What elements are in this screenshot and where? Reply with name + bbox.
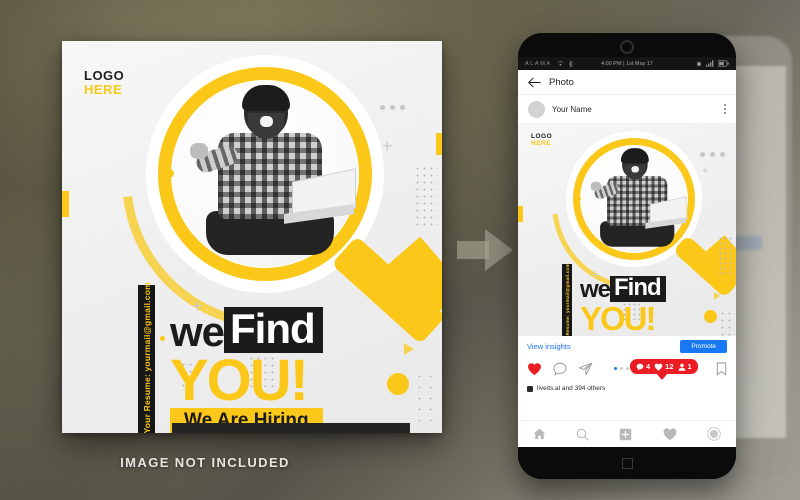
- recents-button-icon[interactable]: [621, 457, 633, 469]
- poster-canvas: LOGO HERE + + Submit Your Resume: yourma…: [62, 41, 442, 433]
- phone-top-bezel: [518, 33, 736, 57]
- mini-headline-you: YOU!: [580, 300, 657, 336]
- badge-follower-count: 1: [687, 362, 692, 371]
- post-image[interactable]: LOGO HERE + + Submit Your Resume: yourma…: [518, 124, 736, 336]
- page-title: Photo: [549, 76, 574, 88]
- headline-you: YOU!: [170, 348, 309, 413]
- heart-icon[interactable]: [527, 362, 542, 376]
- send-icon[interactable]: [578, 362, 593, 376]
- likes-summary: liveits.al and 394 others: [518, 381, 736, 392]
- mini-decor-dotgrid-right: [718, 236, 734, 274]
- person-mouth: [260, 116, 273, 127]
- add-post-icon[interactable]: [619, 428, 632, 441]
- mini-person-mouth: [631, 166, 639, 173]
- badge-comments: 4: [636, 362, 650, 371]
- badge-followers: 1: [678, 362, 692, 371]
- decor-yellow-dot-left: [165, 169, 174, 178]
- camera-icon: [620, 40, 634, 54]
- activity-icon[interactable]: [663, 427, 677, 441]
- back-arrow-icon[interactable]: [528, 77, 541, 88]
- headline-we: we: [170, 308, 225, 355]
- person-hair: [242, 85, 290, 111]
- badge-person-icon: [678, 363, 685, 371]
- mini-decor-three-dots: [700, 152, 725, 157]
- decor-dotgrid-bottom-right: [414, 371, 438, 423]
- home-icon[interactable]: [533, 428, 546, 440]
- badge-heart-icon: [654, 363, 663, 371]
- phone-mockup: ALAMA 4:00 PM | 1st May 17 Photo Your Na…: [518, 33, 736, 479]
- service-label: Graphic Design: [192, 432, 257, 433]
- resume-strip: Submit Your Resume: yourmail@gmail.com: [138, 282, 155, 433]
- app-navbar: Photo: [518, 70, 736, 95]
- engagement-badge: 4 12 1: [630, 359, 698, 380]
- badge-comment-icon: [636, 363, 644, 370]
- mini-headline: we Find YOU! We Are Hiring: [580, 276, 720, 336]
- badge-likes: 12: [654, 362, 674, 371]
- decor-yellow-tab-left: [62, 191, 69, 217]
- services-box: Graphic Design Digital Marketing SEO Exp…: [172, 423, 410, 433]
- badge-comment-count: 4: [646, 362, 651, 371]
- decor-three-dots: [380, 105, 405, 110]
- post-username[interactable]: Your Name: [552, 105, 592, 114]
- carousel-dots: [614, 367, 629, 370]
- service-item: Digital Marketing: [291, 430, 402, 433]
- mini-decor-plus-top: +: [702, 165, 709, 177]
- headline-find: Find: [224, 307, 323, 353]
- mini-decor-yellow-tab-left: [518, 206, 523, 222]
- kebab-menu-icon[interactable]: [724, 104, 726, 114]
- resume-text: Submit Your Resume: yourmail@gmail.com: [141, 282, 152, 433]
- likes-text: liveits.al and 394 others: [537, 385, 606, 392]
- mini-headline-we: we: [580, 276, 611, 303]
- avatar[interactable]: [528, 100, 545, 118]
- decor-yellow-dot-small: [160, 336, 165, 341]
- arrow-head: [485, 229, 513, 271]
- post-actions-row: 4 12 1: [518, 357, 736, 381]
- phone-screen: Photo Your Name LOGO HERE + + Submit You…: [518, 70, 736, 447]
- person-hand: [190, 143, 208, 159]
- mini-person-laptop: [645, 196, 688, 229]
- service-label: Digital Marketing: [303, 432, 374, 433]
- profile-icon[interactable]: [707, 427, 721, 441]
- phone-bottom-bezel: [518, 447, 736, 479]
- decor-dotgrid-right: [414, 165, 438, 227]
- view-insights-link[interactable]: View insights: [527, 342, 571, 351]
- promote-button[interactable]: Promote: [680, 340, 727, 353]
- headline-row-one: we Find: [170, 307, 410, 353]
- badge-like-count: 12: [665, 362, 674, 371]
- right-arrow-icon: [457, 229, 513, 271]
- signal-icon: [706, 60, 714, 67]
- person-laptop: [284, 168, 356, 224]
- mini-resume-text: Submit Your Resume: yourmail@gmail.com: [564, 262, 570, 336]
- decor-plus-top: +: [382, 136, 393, 156]
- poster-preview: LOGO HERE + + Submit Your Resume: yourma…: [62, 41, 442, 433]
- mini-headline-row-one: we Find: [580, 276, 720, 302]
- app-tabbar: [518, 420, 736, 447]
- mini-resume-strip: Submit Your Resume: yourmail@gmail.com: [562, 262, 572, 336]
- status-right-icons: [696, 60, 729, 67]
- mini-person-photo-placeholder: [585, 147, 688, 247]
- mini-headline-find: Find: [610, 276, 666, 302]
- bookmark-icon[interactable]: [716, 362, 727, 376]
- image-caption: IMAGE NOT INCLUDED: [120, 455, 290, 470]
- mini-decor-yellow-dot: [576, 196, 581, 201]
- service-item: Graphic Design: [180, 430, 291, 433]
- poster-headline: we Find YOU! We Are Hiring: [170, 307, 410, 433]
- person-photo-placeholder: [180, 83, 360, 273]
- mini-person-hair: [620, 148, 649, 164]
- liker-avatar: [527, 385, 533, 392]
- decor-yellow-tab-right: [436, 133, 442, 155]
- mini-decor-dotgrid-bottom-right: [719, 310, 735, 336]
- insights-row: View insights Promote: [518, 336, 736, 357]
- post-header: Your Name: [518, 95, 736, 124]
- search-icon[interactable]: [576, 428, 589, 441]
- battery-icon: [718, 60, 729, 67]
- comment-icon[interactable]: [553, 362, 567, 376]
- status-bar: ALAMA 4:00 PM | 1st May 17: [518, 57, 736, 70]
- location-icon: [696, 61, 702, 66]
- mini-person-hand: [590, 181, 602, 192]
